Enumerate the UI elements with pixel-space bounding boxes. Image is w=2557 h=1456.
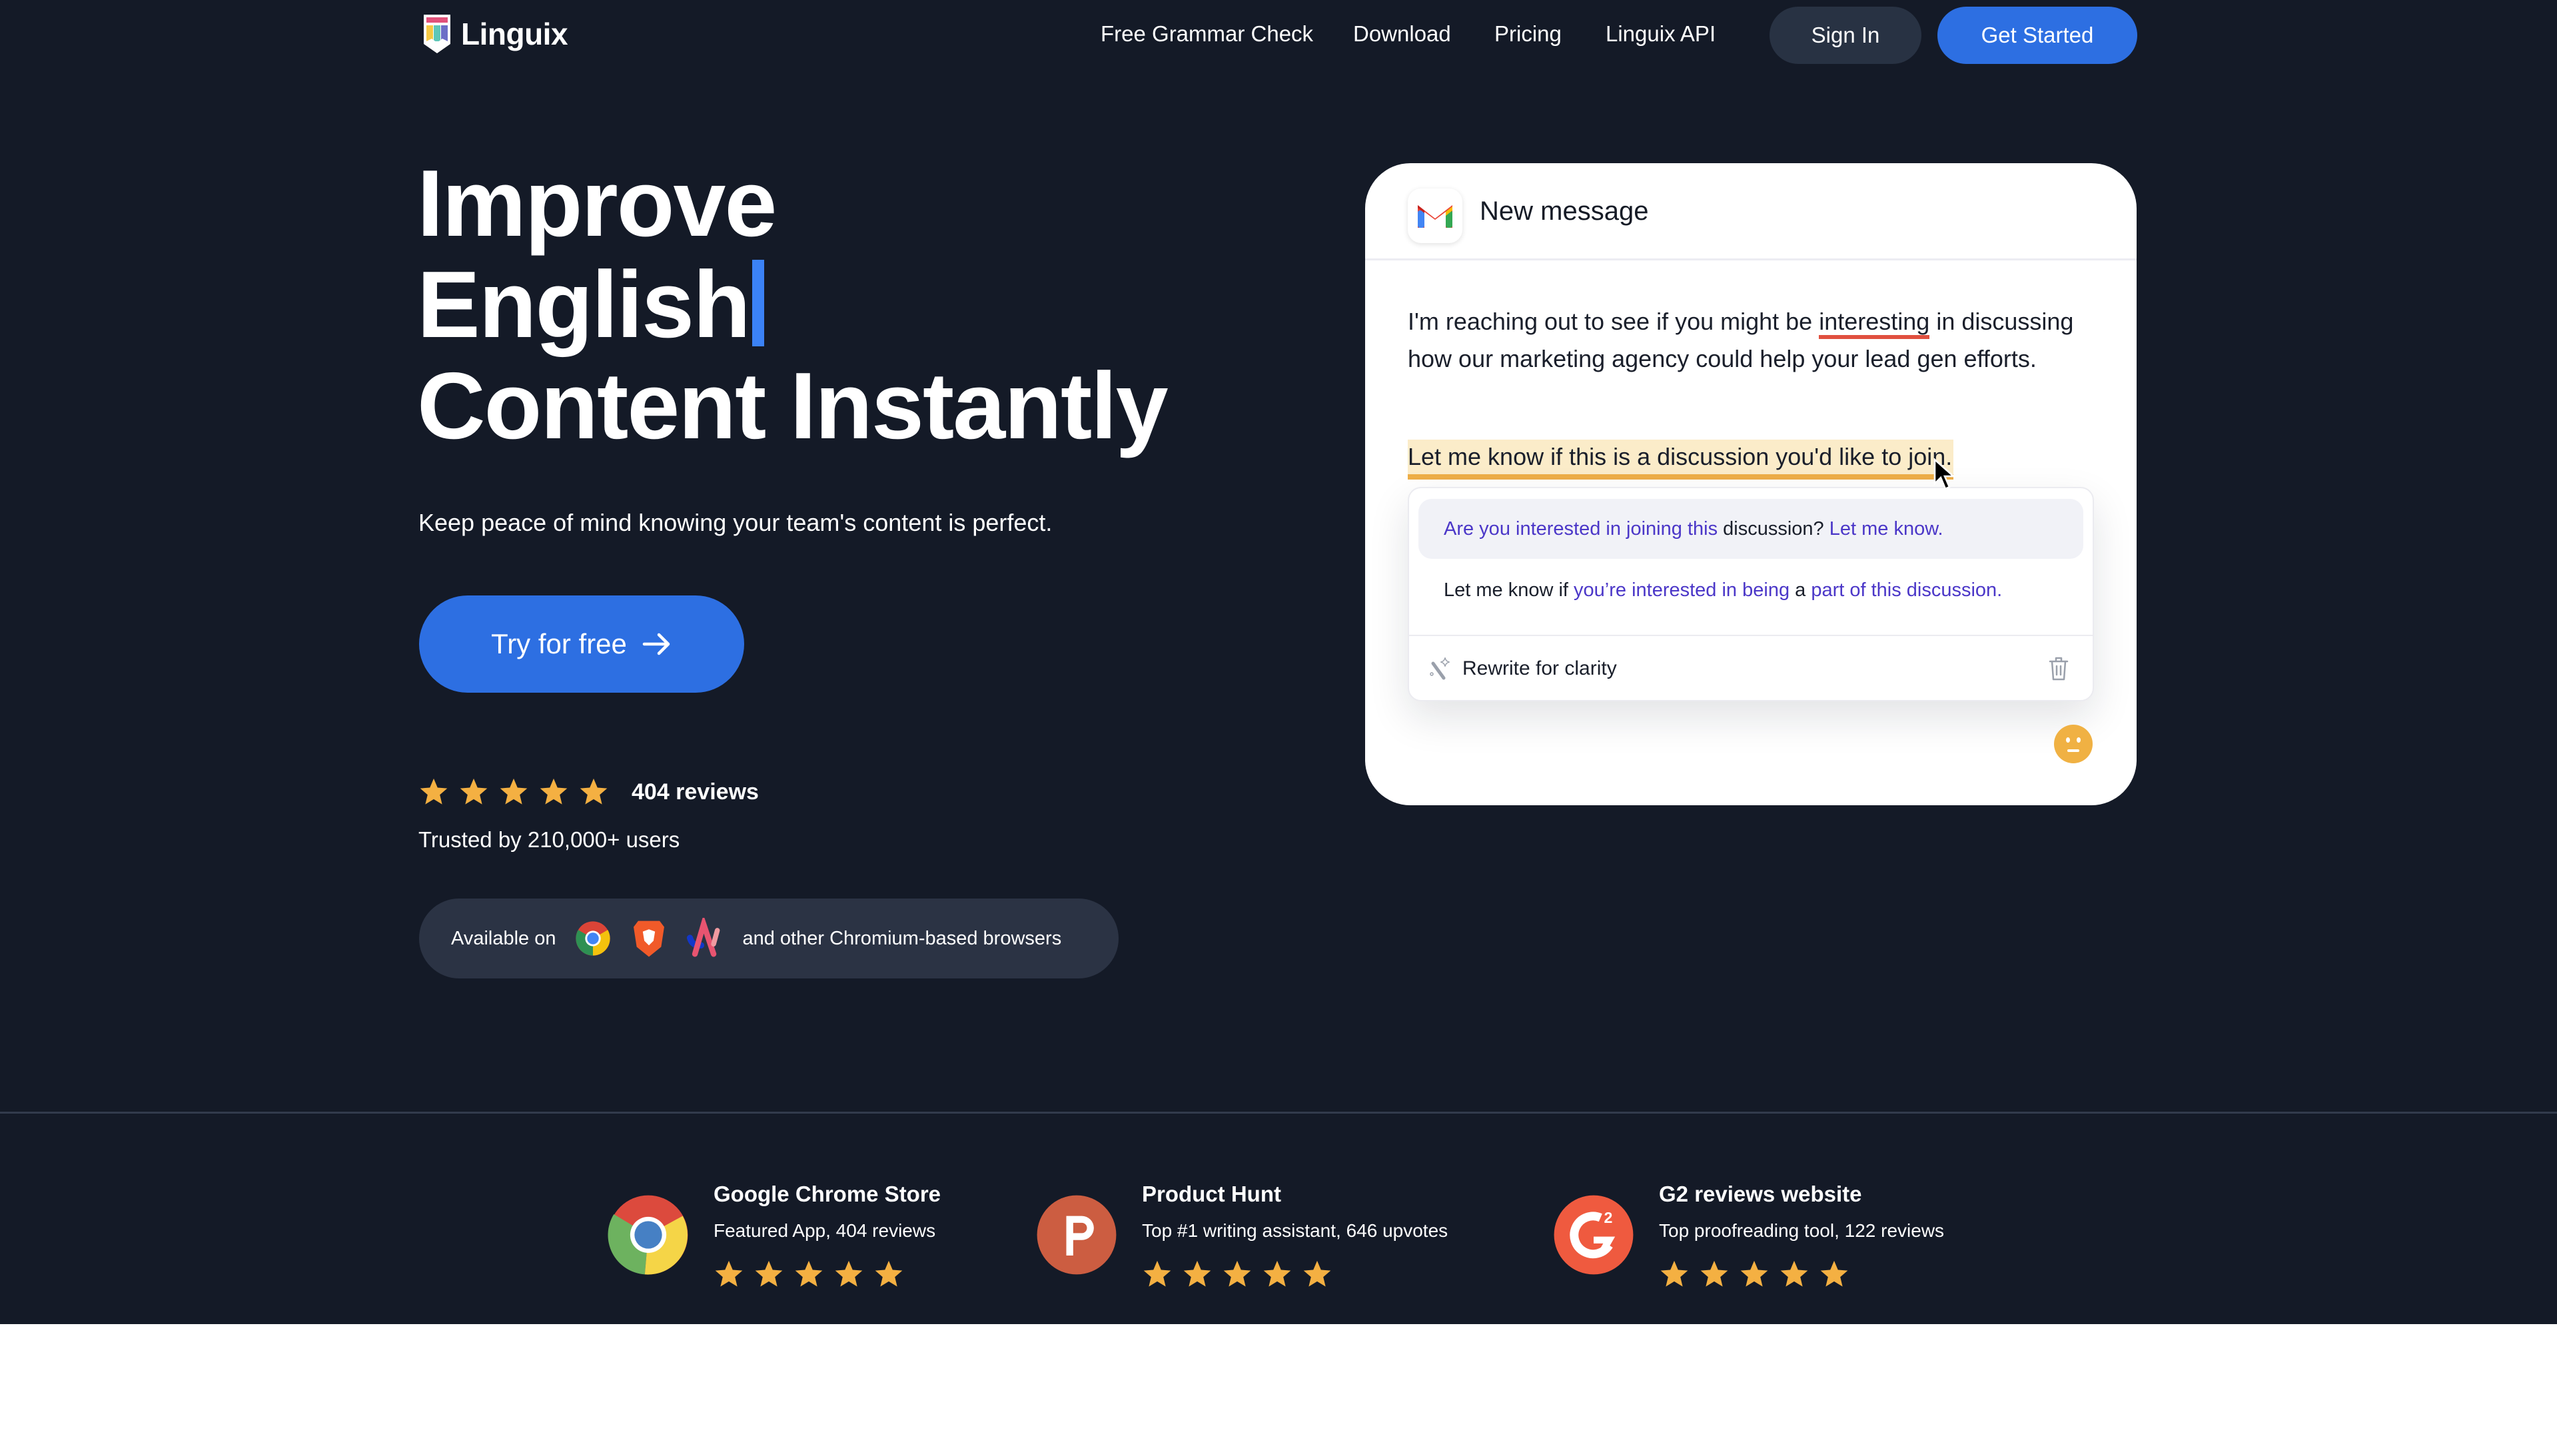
svg-text:2: 2: [1604, 1209, 1613, 1226]
headline-line-3: Content Instantly: [417, 353, 1169, 459]
review-stars: [1659, 1259, 1944, 1289]
unchanged-text: a: [1790, 579, 1811, 601]
star-icon: [1263, 1260, 1291, 1287]
get-started-button[interactable]: Get Started: [1937, 7, 2137, 64]
star-icon: [1660, 1260, 1688, 1287]
star-icon: [460, 778, 488, 805]
sign-in-button[interactable]: Sign In: [1770, 7, 1921, 64]
rewrite-label[interactable]: Rewrite for clarity: [1462, 657, 1617, 680]
suggestion-popup: Are you interested in joining this discu…: [1408, 487, 2094, 701]
headline-line-1: Improve: [417, 151, 777, 256]
star-icon: [580, 778, 608, 805]
mouse-cursor: [1933, 458, 1956, 490]
review-stars: [714, 1259, 941, 1289]
changed-text: you’re interested in being: [1574, 579, 1790, 601]
linguix-pencil-icon: [424, 15, 450, 53]
magic-wand-icon: [1430, 657, 1450, 680]
chrome-icon[interactable]: [574, 918, 612, 959]
star-icon: [420, 778, 448, 805]
hero-reviews-count: 404 reviews: [632, 779, 759, 805]
review-title: G2 reviews website: [1659, 1182, 1862, 1206]
brand-logo[interactable]: Linguix: [422, 13, 568, 55]
star-icon: [795, 1260, 823, 1287]
try-for-free-button[interactable]: Try for free: [419, 595, 744, 693]
available-on-label: Available on: [451, 927, 556, 949]
neutral-face-icon[interactable]: [2053, 724, 2093, 764]
unchanged-text: Let me know if: [1444, 579, 1574, 601]
nav-linguix-api[interactable]: Linguix API: [1606, 21, 1716, 47]
star-icon: [715, 1260, 743, 1287]
star-icon: [1303, 1260, 1331, 1287]
unchanged-text: discussion?: [1718, 518, 1829, 540]
nav-download[interactable]: Download: [1353, 21, 1451, 47]
star-icon: [1740, 1260, 1768, 1287]
flagged-word[interactable]: interesting: [1819, 308, 1930, 339]
hero-rating-stars: [418, 777, 609, 807]
brand-name: Linguix: [461, 17, 568, 51]
chrome-icon: [608, 1195, 688, 1275]
email-demo-card: New message I'm reaching out to see if y…: [1365, 163, 2137, 805]
review-title: Google Chrome Store: [714, 1182, 941, 1206]
star-icon: [1143, 1260, 1171, 1287]
section-divider: [0, 1112, 2557, 1114]
star-icon: [1223, 1260, 1251, 1287]
suggestion-option-2[interactable]: Let me know if you’re interested in bein…: [1418, 560, 2083, 620]
email-body[interactable]: I'm reaching out to see if you might be …: [1408, 303, 2101, 378]
review-item-g2[interactable]: 2 G2 reviews website Top proofreading to…: [1552, 1179, 1944, 1289]
star-icon: [1183, 1260, 1211, 1287]
star-icon: [500, 778, 528, 805]
try-for-free-label: Try for free: [491, 628, 627, 659]
arc-icon[interactable]: [686, 918, 724, 959]
star-icon: [755, 1260, 783, 1287]
card-header: New message: [1365, 163, 2137, 260]
arrow-right-icon: [642, 633, 670, 655]
hero-background: [0, 0, 2557, 1324]
hero-headline: Improve English Content Instantly: [417, 151, 1169, 459]
review-subtitle: Top #1 writing assistant, 646 upvotes: [1142, 1220, 1448, 1241]
star-icon: [540, 778, 568, 805]
review-title: Product Hunt: [1142, 1182, 1281, 1206]
hero-subtitle: Keep peace of mind knowing your team's c…: [418, 509, 1053, 536]
gmail-icon: [1408, 188, 1462, 243]
email-text: I'm reaching out to see if you might be: [1408, 308, 1819, 335]
star-icon: [875, 1260, 903, 1287]
star-icon: [1780, 1260, 1808, 1287]
review-stars: [1142, 1259, 1448, 1289]
nav-pricing[interactable]: Pricing: [1494, 21, 1562, 47]
typing-caret: [752, 260, 764, 346]
review-item-product-hunt[interactable]: Product Hunt Top #1 writing assistant, 6…: [1035, 1179, 1448, 1289]
changed-text: Let me know.: [1829, 518, 1943, 540]
card-title: New message: [1480, 196, 1649, 226]
nav-free-grammar-check[interactable]: Free Grammar Check: [1101, 21, 1313, 47]
trash-icon[interactable]: [2047, 655, 2070, 681]
review-subtitle: Top proofreading tool, 122 reviews: [1659, 1220, 1945, 1241]
available-on-pill: Available on and other Chromium-based br…: [419, 899, 1119, 978]
review-item-chrome[interactable]: Google Chrome Store Featured App, 404 re…: [607, 1179, 941, 1289]
available-suffix: and other Chromium-based browsers: [742, 927, 1062, 949]
star-icon: [1820, 1260, 1848, 1287]
rewrite-footer: Rewrite for clarity: [1409, 635, 2093, 701]
trusted-by-text: Trusted by 210,000+ users: [418, 827, 680, 852]
review-subtitle: Featured App, 404 reviews: [714, 1220, 936, 1241]
changed-text: part of this discussion.: [1811, 579, 2003, 601]
suggestion-option-1[interactable]: Are you interested in joining this discu…: [1418, 499, 2083, 559]
changed-text: Are you interested in joining this: [1444, 518, 1718, 540]
headline-line-2: English: [417, 252, 751, 358]
star-icon: [1700, 1260, 1728, 1287]
product-hunt-icon: [1037, 1195, 1117, 1275]
star-icon: [835, 1260, 863, 1287]
g2-icon: 2: [1554, 1195, 1634, 1275]
highlighted-sentence[interactable]: Let me know if this is a discussion you'…: [1408, 440, 1954, 480]
brave-icon[interactable]: [630, 918, 668, 959]
